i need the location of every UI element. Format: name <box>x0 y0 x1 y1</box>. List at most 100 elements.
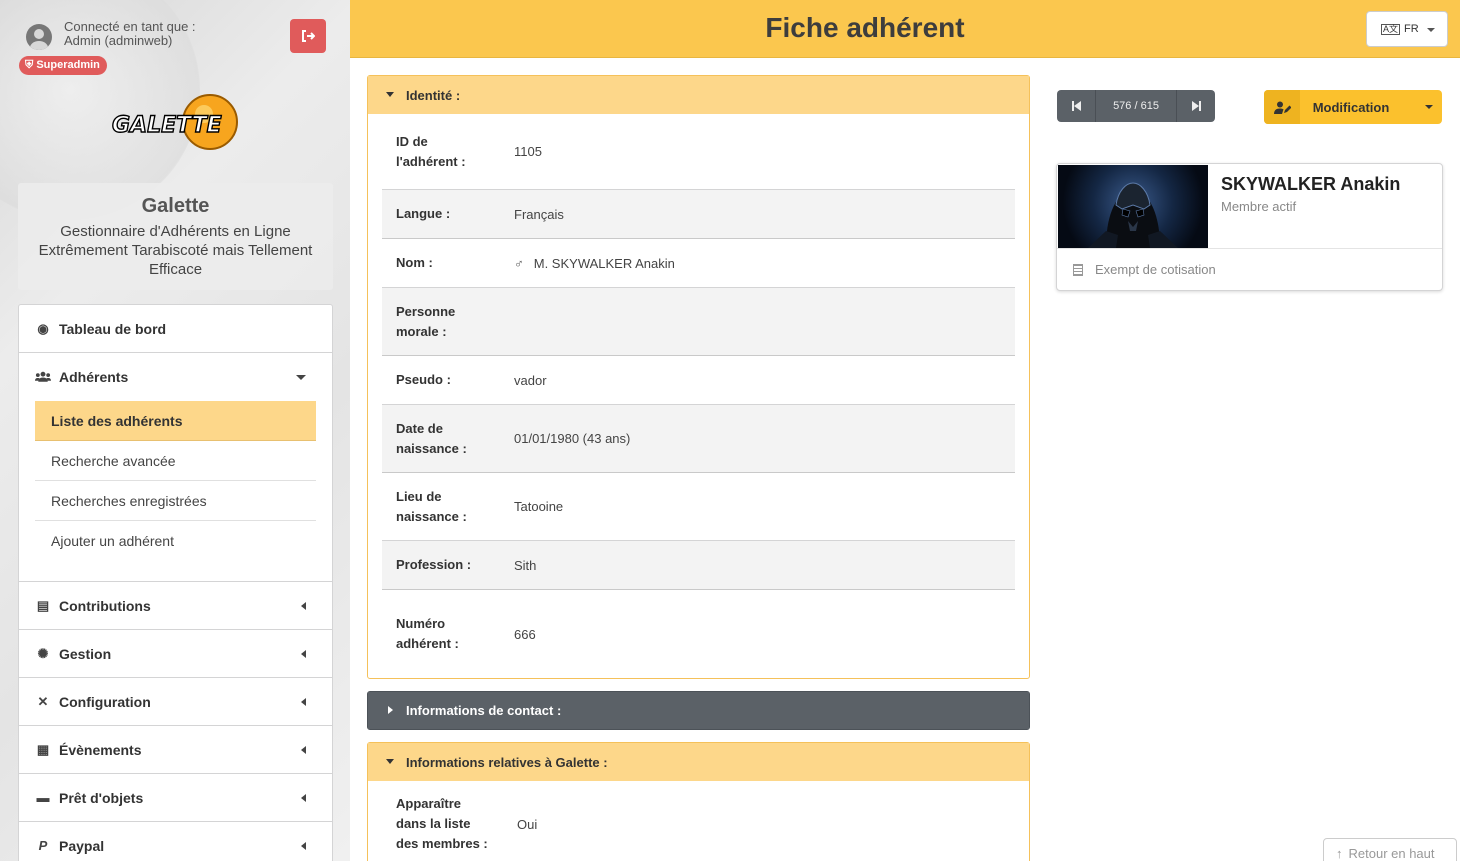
chevron-left-icon <box>301 602 306 610</box>
field-value: Français <box>500 190 1015 238</box>
calendar-icon: ▦ <box>36 741 50 757</box>
field-value: 01/01/1980 (43 ans) <box>500 405 1015 472</box>
tools-icon: ✕ <box>37 693 49 709</box>
page-title: Fiche adhérent <box>765 12 965 43</box>
field-label: Langue : <box>382 190 500 238</box>
chevron-left-icon <box>301 746 306 754</box>
chevron-down-icon[interactable] <box>1416 90 1442 124</box>
chevron-down-icon <box>386 92 394 97</box>
chevron-left-icon <box>301 650 306 658</box>
field-label: Profession : <box>382 541 500 589</box>
logout-button[interactable] <box>290 19 326 53</box>
identity-heading: Identité : <box>406 87 461 103</box>
skip-forward-icon <box>1191 101 1201 111</box>
menu-loans-label: Prêt d'objets <box>59 789 144 806</box>
field-row-appears-in-list: Apparaître dans la liste des membres : O… <box>382 781 1015 861</box>
language-label: FR <box>1404 23 1419 35</box>
chevron-left-icon <box>301 842 306 850</box>
submenu-saved-searches[interactable]: Recherches enregistrées <box>35 481 316 521</box>
submenu-advanced-search[interactable]: Recherche avancée <box>35 441 316 481</box>
language-dropdown[interactable]: A文 FR <box>1366 11 1448 47</box>
galette-info-heading: Informations relatives à Galette : <box>406 754 608 770</box>
paypal-icon: P <box>38 838 48 853</box>
menu-events-label: Évènements <box>59 741 142 758</box>
member-card: SKYWALKER Anakin Membre actif Exempt de … <box>1056 163 1443 291</box>
member-pager: 576 / 615 <box>1057 90 1215 122</box>
menu-members[interactable]: Adhérents <box>19 353 332 401</box>
edit-button-label: Modification <box>1312 99 1390 115</box>
field-label: Date de naissance : <box>382 405 500 472</box>
menu-dashboard-label: Tableau de bord <box>59 320 167 337</box>
chevron-left-icon <box>301 698 306 706</box>
field-row-company: Personne morale : <box>382 288 1015 356</box>
receipt-icon: ▤ <box>36 597 50 613</box>
user-name: Admin (adminweb) <box>64 33 173 48</box>
shield-icon: ⛨ <box>25 59 34 71</box>
skip-back-icon <box>1071 101 1081 111</box>
submenu-member-list[interactable]: Liste des adhérents <box>35 401 316 441</box>
field-value: Sith <box>500 541 1015 589</box>
chevron-down-icon <box>386 759 394 764</box>
member-position: 576 / 615 <box>1095 90 1177 122</box>
field-row-member-id: ID de l'adhérent : 1105 <box>382 114 1015 190</box>
menu-configuration[interactable]: ✕ Configuration <box>19 678 332 726</box>
sidebar: Connecté en tant que : Admin (adminweb) … <box>0 0 350 861</box>
user-text: Connecté en tant que : Admin (adminweb) <box>64 20 196 48</box>
connected-as-label: Connecté en tant que : <box>64 19 196 34</box>
membership-fee-status: Exempt de cotisation <box>1095 262 1216 277</box>
field-label: Nom : <box>396 255 433 270</box>
compass-icon: ◉ <box>37 320 49 336</box>
menu-dashboard[interactable]: ◉ Tableau de bord <box>19 305 332 353</box>
menu-management-label: Gestion <box>59 645 112 662</box>
user-info: Connecté en tant que : Admin (adminweb) <box>26 20 196 50</box>
field-label: Personne morale : <box>382 288 500 355</box>
field-value: 1105 <box>514 144 542 159</box>
field-row-profession: Profession : Sith <box>382 541 1015 590</box>
menu-paypal[interactable]: P Paypal <box>19 822 332 861</box>
submenu-add-member[interactable]: Ajouter un adhérent <box>35 521 316 561</box>
language-icon: A文 <box>1381 23 1401 35</box>
app-info-box: Galette Gestionnaire d'Adhérents en Lign… <box>18 183 333 290</box>
contact-panel-header[interactable]: Informations de contact : <box>368 692 1029 729</box>
menu-contributions[interactable]: ▤ Contributions <box>19 582 332 630</box>
cog-icon: ✺ <box>37 645 49 661</box>
field-value: Tatooine <box>514 499 564 514</box>
field-row-nickname: Pseudo : vador <box>382 356 1015 405</box>
back-to-top-button[interactable]: ↑ Retour en haut <box>1323 838 1457 861</box>
member-name: M. SKYWALKER Anakin <box>533 255 675 271</box>
top-bar: Fiche adhérent A文 FR <box>350 0 1460 58</box>
member-card-footer: Exempt de cotisation <box>1057 248 1442 290</box>
menu-management[interactable]: ✺ Gestion <box>19 630 332 678</box>
back-to-top-label: Retour en haut <box>1348 845 1435 861</box>
menu-members-group: Adhérents Liste des adhérents Recherche … <box>19 353 332 582</box>
next-member-button[interactable] <box>1177 90 1215 122</box>
field-row-birthdate: Date de naissance : 01/01/1980 (43 ans) <box>382 405 1015 473</box>
identity-panel-header[interactable]: Identité : <box>368 76 1029 114</box>
menu-loans[interactable]: ▬ Prêt d'objets <box>19 774 332 822</box>
field-label: Apparaître dans la liste des membres : <box>396 796 488 851</box>
galette-info-panel-header[interactable]: Informations relatives à Galette : <box>368 743 1029 781</box>
contact-heading: Informations de contact : <box>406 703 562 718</box>
chevron-right-icon <box>388 706 393 714</box>
field-value: ♂ M. SKYWALKER Anakin <box>500 239 1015 287</box>
app-subtitle: Gestionnaire d'Adhérents en Ligne Extrêm… <box>38 223 313 278</box>
role-badge-label: Superadmin <box>36 59 100 71</box>
menu-members-label: Adhérents <box>59 369 129 385</box>
edit-button[interactable]: Modification <box>1264 90 1442 124</box>
previous-member-button[interactable] <box>1057 90 1095 122</box>
field-value: vador <box>514 372 547 388</box>
field-label: Lieu de naissance : <box>396 488 467 524</box>
galette-info-fields: Apparaître dans la liste des membres : O… <box>368 781 1029 861</box>
svg-text:GALETTE: GALETTE <box>112 113 222 138</box>
app-title: Galette <box>141 195 210 217</box>
members-submenu: Liste des adhérents Recherche avancée Re… <box>35 401 316 561</box>
field-label: ID de l'adhérent : <box>396 133 466 169</box>
field-value: Oui <box>517 816 538 832</box>
galette-logo[interactable]: GALETTE <box>110 92 240 154</box>
field-value: 666 <box>514 626 536 642</box>
contact-panel: Informations de contact : <box>367 691 1030 730</box>
chevron-left-icon <box>301 794 306 802</box>
menu-events[interactable]: ▦ Évènements <box>19 726 332 774</box>
briefcase-icon: ▬ <box>36 790 50 805</box>
galette-info-panel: Informations relatives à Galette : Appar… <box>367 742 1030 861</box>
